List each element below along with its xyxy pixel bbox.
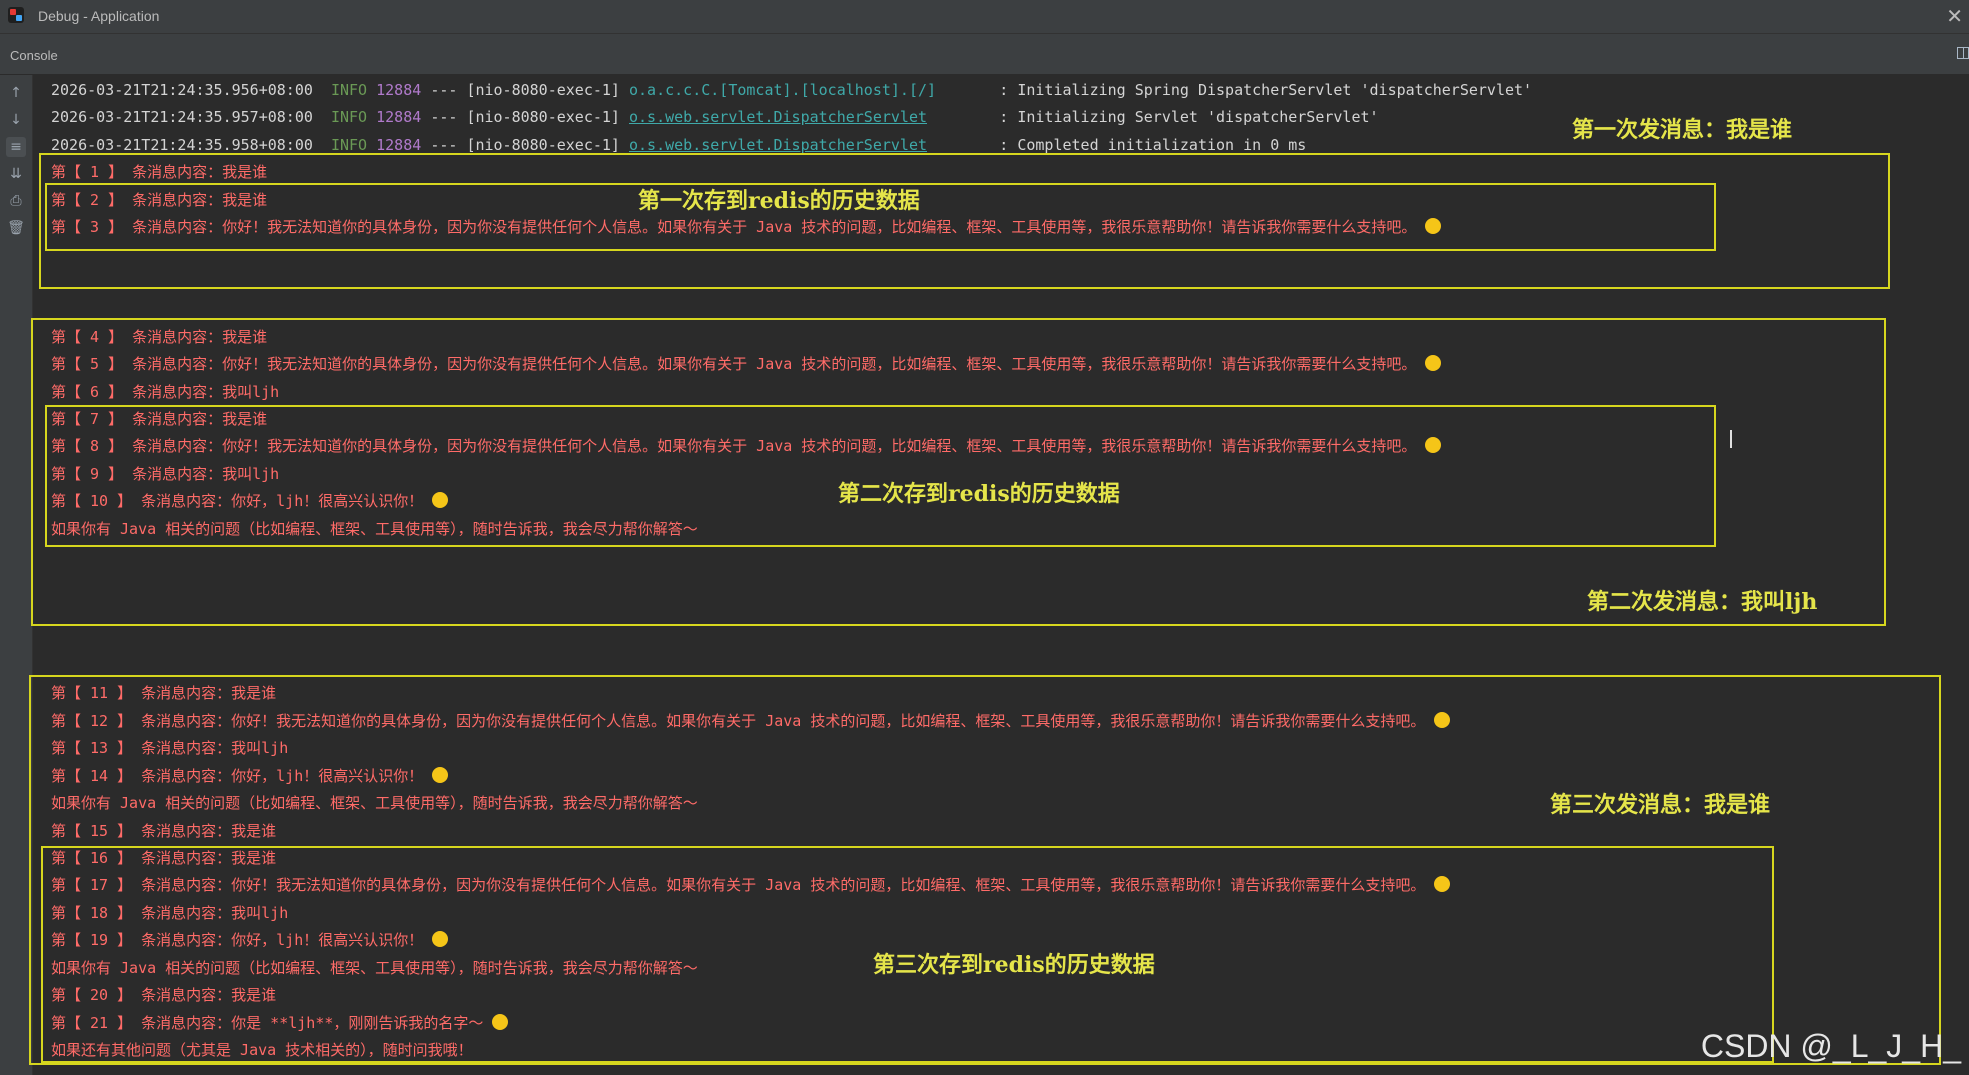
- annotation-third-send: 第三次发消息：我是谁: [1550, 792, 1771, 818]
- annotation-third-redis: 第三次存到redis的历史数据: [873, 952, 1155, 978]
- title-bar: Debug - Application ✕: [0, 0, 1969, 34]
- log-message: : Completed initialization in 0 ms: [999, 136, 1307, 154]
- down-arrow-icon[interactable]: ↓: [6, 110, 26, 130]
- scroll-to-end-icon[interactable]: ⇊: [6, 164, 26, 184]
- log-level: INFO: [330, 81, 368, 99]
- annotation-second-send: 第二次发消息：我叫ljh: [1587, 589, 1818, 615]
- tool-window-header: Console: [0, 34, 1969, 75]
- log-separator: ---: [430, 81, 458, 99]
- trash-icon[interactable]: 🗑: [6, 218, 26, 238]
- layout-icon[interactable]: [1957, 47, 1969, 59]
- watermark: CSDN @_L_J_H_: [1700, 1028, 1961, 1064]
- log-thread: [nio-8080-exec-1]: [466, 108, 620, 126]
- log-timestamp: 2026-03-21T21:24:35.956+08:00: [51, 81, 313, 99]
- log-logger: o.a.c.c.C.[Tomcat].[localhost].[/]: [629, 81, 937, 99]
- log-pid: 12884: [376, 136, 422, 154]
- log-logger-link[interactable]: o.s.web.servlet.DispatcherServlet: [629, 108, 927, 126]
- up-arrow-icon[interactable]: ↑: [6, 83, 26, 103]
- window-title: Debug - Application: [38, 8, 160, 24]
- annotation-first-send: 第一次发消息：我是谁: [1572, 117, 1793, 143]
- app-icon: [8, 7, 24, 23]
- soft-wrap-icon[interactable]: ≡: [6, 137, 26, 157]
- annotation-first-redis: 第一次存到redis的历史数据: [638, 188, 920, 214]
- log-line: 2026-03-21T21:24:35.956+08:00 INFO 12884…: [51, 81, 1532, 101]
- close-icon[interactable]: ✕: [1946, 4, 1963, 28]
- log-message: : Initializing Spring DispatcherServlet …: [999, 81, 1533, 99]
- log-timestamp: 2026-03-21T21:24:35.957+08:00: [51, 108, 313, 126]
- log-separator: ---: [430, 108, 458, 126]
- log-timestamp: 2026-03-21T21:24:35.958+08:00: [51, 136, 313, 154]
- log-line: 2026-03-21T21:24:35.957+08:00 INFO 12884…: [51, 108, 1379, 128]
- log-level: INFO: [330, 136, 368, 154]
- log-separator: ---: [430, 136, 458, 154]
- log-pid: 12884: [376, 108, 422, 126]
- log-level: INFO: [330, 108, 368, 126]
- log-pid: 12884: [376, 81, 422, 99]
- annotation-second-redis: 第二次存到redis的历史数据: [838, 481, 1120, 507]
- log-thread: [nio-8080-exec-1]: [466, 81, 620, 99]
- log-message: : Initializing Servlet 'dispatcherServle…: [999, 108, 1379, 126]
- log-logger-link[interactable]: o.s.web.servlet.DispatcherServlet: [629, 136, 927, 154]
- tab-console[interactable]: Console: [10, 48, 58, 63]
- print-icon[interactable]: ⎙: [6, 191, 26, 211]
- log-thread: [nio-8080-exec-1]: [466, 136, 620, 154]
